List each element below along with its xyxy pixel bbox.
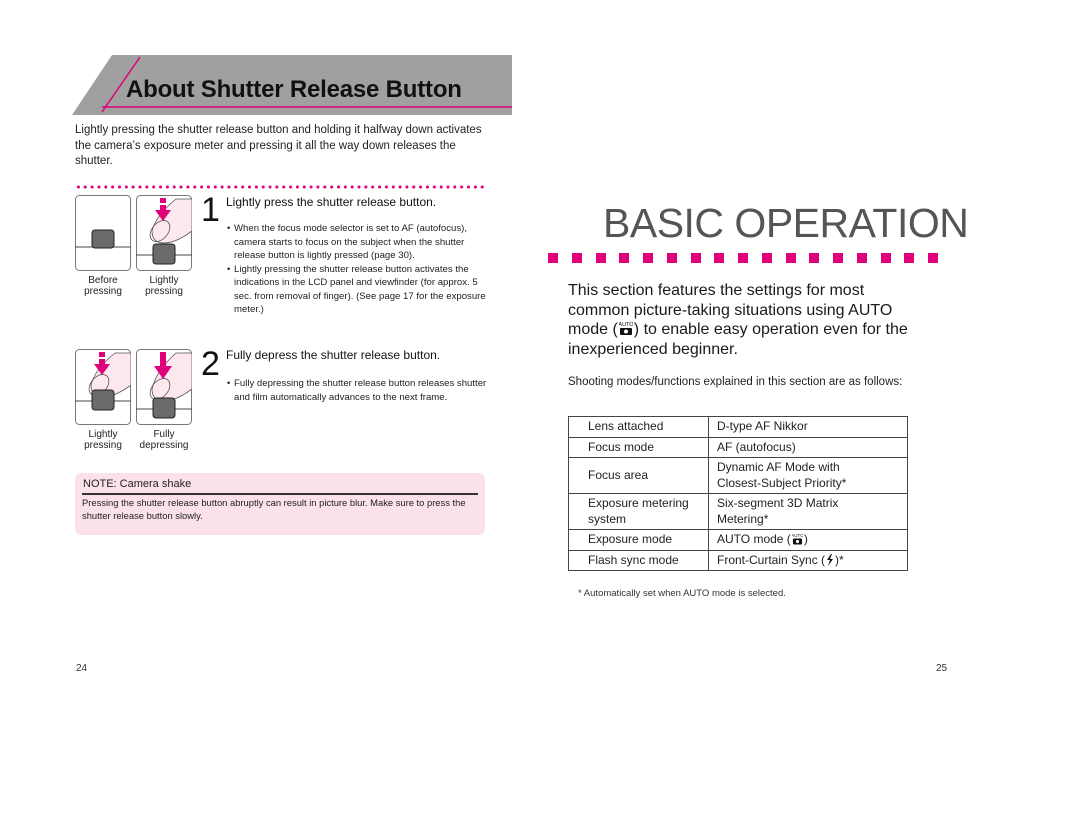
- label-line: Exposure metering: [588, 496, 689, 510]
- setting-value: Front-Curtain Sync ( )*: [708, 549, 908, 571]
- table-row: Focus mode AF (autofocus): [568, 436, 908, 458]
- chapter-intro: This section features the settings for m…: [568, 281, 908, 359]
- value-line: Closest-Subject Priority*: [717, 475, 847, 490]
- auto-mode-icon: AUTO: [619, 322, 633, 335]
- note-title: NOTE: Camera shake: [83, 478, 192, 490]
- caption-line: Fully: [153, 429, 175, 440]
- label-line: system: [588, 511, 627, 526]
- svg-text:AUTO: AUTO: [619, 322, 633, 328]
- setting-label: Flash sync mode: [568, 549, 709, 571]
- setting-label: Exposure metering system: [568, 493, 709, 530]
- dotted-divider: [75, 184, 487, 190]
- value-line: Dynamic AF Mode with: [717, 460, 840, 474]
- step-number: 1: [201, 191, 220, 229]
- caption-lightly-pressing: Lightly pressing: [131, 275, 197, 297]
- bullet-item: Lightly pressing the shutter release but…: [227, 263, 489, 317]
- step-2-bullets: Fully depressing the shutter release but…: [227, 377, 489, 404]
- square-divider: [548, 253, 938, 264]
- caption-lightly-pressing-2: Lightly pressing: [70, 429, 136, 451]
- auto-mode-icon: AUTO: [792, 533, 803, 545]
- caption-line: pressing: [84, 440, 122, 451]
- step-title: Fully depress the shutter release button…: [226, 348, 441, 362]
- value-text: AUTO mode (: [717, 532, 791, 546]
- figure-lightly-pressing-2: [75, 349, 131, 425]
- table-row: Focus area Dynamic AF Mode with Closest-…: [568, 457, 908, 494]
- setting-value: AUTO mode (AUTO): [708, 529, 908, 551]
- figure-lightly-pressing: [136, 195, 192, 271]
- flash-icon: [827, 553, 834, 566]
- svg-text:AUTO: AUTO: [792, 533, 803, 538]
- table-row: Exposure metering system Six-segment 3D …: [568, 493, 908, 530]
- step-title: Lightly press the shutter release button…: [226, 195, 437, 209]
- value-text: ): [803, 532, 808, 546]
- note-divider: [82, 493, 478, 495]
- sub-intro: Shooting modes/functions explained in th…: [568, 376, 903, 388]
- figure-fully-depressing: [136, 349, 192, 425]
- setting-value: AF (autofocus): [708, 436, 908, 458]
- caption-line: Lightly: [149, 275, 179, 286]
- section-title: About Shutter Release Button: [126, 76, 462, 103]
- intro-paragraph: Lightly pressing the shutter release but…: [75, 124, 482, 167]
- bullet-item: When the focus mode selector is set to A…: [227, 222, 489, 263]
- bullet-item: Fully depressing the shutter release but…: [227, 377, 489, 404]
- chapter-title: BASIC OPERATION: [603, 200, 969, 246]
- setting-value: Six-segment 3D Matrix Metering*: [708, 493, 908, 530]
- caption-fully-depressing: Fully depressing: [131, 429, 197, 451]
- caption-line: pressing: [145, 286, 183, 297]
- note-body: Pressing the shutter release button abru…: [82, 497, 466, 521]
- caption-line: Before: [88, 275, 118, 286]
- value-text: )*: [835, 552, 844, 567]
- caption-line: Lightly: [88, 429, 118, 440]
- settings-table: Lens attached D-type AF Nikkor Focus mod…: [568, 416, 908, 571]
- page-number-right: 25: [936, 663, 948, 674]
- caption-line: depressing: [139, 440, 189, 451]
- step-1-bullets: When the focus mode selector is set to A…: [227, 222, 489, 317]
- figure-before-pressing: [75, 195, 131, 271]
- step-number: 2: [201, 345, 220, 383]
- setting-label: Exposure mode: [568, 529, 709, 551]
- value-line: Metering*: [717, 511, 769, 526]
- setting-label: Focus area: [568, 457, 709, 494]
- setting-value: Dynamic AF Mode with Closest-Subject Pri…: [708, 457, 908, 494]
- table-footnote: * Automatically set when AUTO mode is se…: [578, 588, 786, 599]
- caption-before-pressing: Before pressing: [70, 275, 136, 297]
- value-line: Six-segment 3D Matrix: [717, 496, 839, 510]
- caption-line: pressing: [84, 286, 122, 297]
- table-row: Exposure mode AUTO mode (AUTO): [568, 529, 908, 551]
- page-number-left: 24: [76, 663, 88, 674]
- value-text: Front-Curtain Sync (: [717, 552, 826, 567]
- table-row: Flash sync mode Front-Curtain Sync ( )*: [568, 549, 908, 571]
- table-row: Lens attached D-type AF Nikkor: [568, 416, 908, 438]
- setting-label: Focus mode: [568, 436, 709, 458]
- setting-value: D-type AF Nikkor: [708, 416, 908, 438]
- setting-label: Lens attached: [568, 416, 709, 438]
